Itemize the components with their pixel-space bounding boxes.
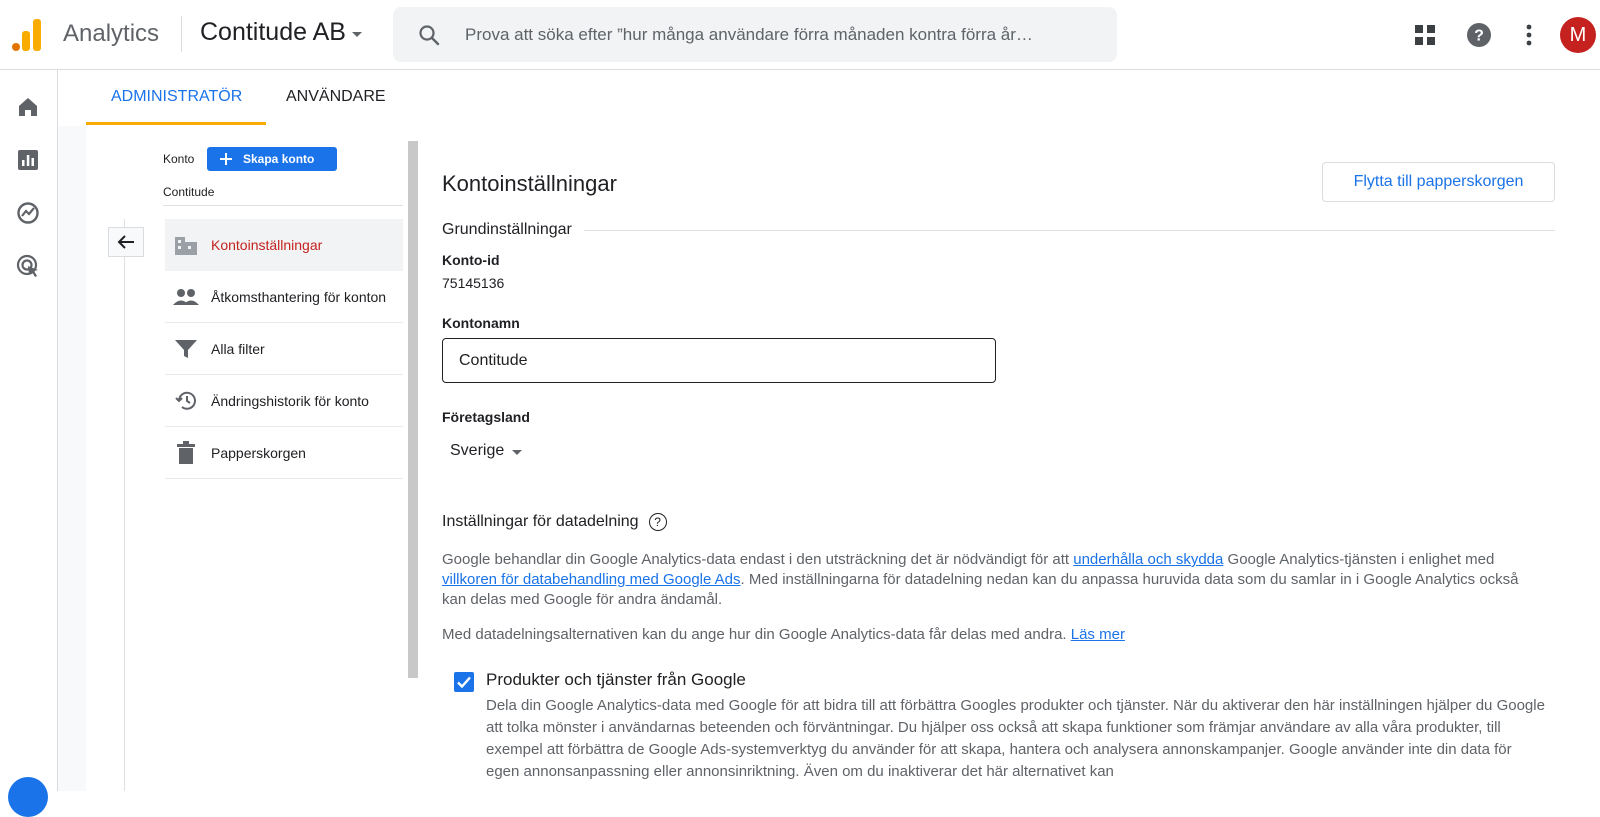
account-name-label: Contitude [163,185,215,199]
sidebar-item-all-filters[interactable]: Alla filter [165,323,403,375]
sidebar-item-trash[interactable]: Papperskorgen [165,427,403,479]
nav-scrollbar[interactable] [408,141,418,678]
move-to-trash-button[interactable]: Flytta till papperskorgen [1322,162,1555,202]
sidebar-item-label: Alla filter [211,340,265,357]
page-title: Kontoinställningar [442,171,617,196]
create-account-label: Skapa konto [243,152,315,166]
reports-icon[interactable] [15,147,41,173]
para-text: Med datadelningsalternativen kan du ange… [442,626,1071,643]
help-outline-icon[interactable]: ? [648,513,667,531]
country-select[interactable]: Sverige [450,442,523,460]
header-divider [181,16,182,52]
checkmark-icon [457,676,471,689]
top-bar: Analytics Contitude AB Prova att söka ef… [0,0,1600,70]
help-icon[interactable]: ? [1465,21,1493,49]
account-name: Contitude AB [200,18,346,46]
search-bar[interactable]: Prova att söka efter ”hur många användar… [393,7,1117,62]
country-value: Sverige [450,442,505,459]
nav-tree-line [124,219,125,791]
ads-data-processing-terms-link[interactable]: villkoren för databehandling med Google … [442,571,741,588]
content-area: ADMINISTRATÖR ANVÄNDARE Konto Skapa kont… [58,70,1600,791]
explore-icon[interactable] [15,200,41,226]
avatar[interactable]: M [1560,17,1596,53]
history-icon [173,388,199,414]
account-name-field-label: Kontonamn [442,315,520,331]
maintain-protect-link[interactable]: underhålla och skydda [1073,551,1223,568]
svg-text:?: ? [1474,28,1484,45]
sidebar-item-label: Kontoinställningar [211,237,323,253]
search-placeholder[interactable]: Prova att söka efter ”hur många användar… [465,25,1101,45]
section-title-basic: Grundinställningar [442,221,584,239]
filter-icon [173,336,199,362]
sidebar-item-change-history[interactable]: Ändringshistorik för konto [165,375,403,427]
account-switcher[interactable]: Contitude AB [200,18,362,47]
settings-panel: Konto Skapa konto Contitude Kontoinställ… [86,126,1600,791]
google-products-title: Produkter och tjänster från Google [486,670,746,689]
sidebar-item-label: Papperskorgen [211,444,306,461]
para-text: Google Analytics-tjänsten i enlighet med [1223,551,1495,568]
chevron-down-icon [351,31,362,37]
plus-icon [220,153,232,165]
google-products-checkbox[interactable] [454,672,474,692]
admin-tabs: ADMINISTRATÖR ANVÄNDARE [58,70,1600,126]
more-vert-icon[interactable] [1515,21,1543,49]
app-name: Analytics [63,20,160,47]
country-label: Företagsland [442,409,530,425]
back-button[interactable] [108,227,144,257]
para-text: Google behandlar din Google Analytics-da… [442,551,1074,568]
account-name-input[interactable] [442,338,996,383]
account-divider [163,205,403,206]
data-sharing-title: Inställningar för datadelning ? [442,513,667,531]
arrow-back-icon [117,235,134,249]
learn-more-link[interactable]: Läs mer [1071,626,1125,643]
data-sharing-title-text: Inställningar för datadelning [442,513,639,530]
tab-administrator[interactable]: ADMINISTRATÖR [111,88,242,106]
data-sharing-options-text: Med datadelningsalternativen kan du ange… [442,625,1542,645]
section-divider [442,230,1555,231]
sidebar-item-label: Ändringshistorik för konto [211,392,369,409]
konto-label: Konto [163,152,195,166]
sidebar-item-label: Åtkomsthantering för konton [211,288,387,305]
building-icon [173,232,199,258]
people-icon [173,284,199,310]
google-products-description: Dela din Google Analytics-data med Googl… [486,697,1545,780]
analytics-logo-icon[interactable] [12,17,42,51]
trash-icon [173,440,199,466]
sidebar-item-access-management[interactable]: Åtkomsthantering för konton [165,271,403,323]
sidebar-item-account-settings[interactable]: Kontoinställningar [165,219,403,271]
left-rail [0,70,58,817]
chevron-down-icon [512,450,523,455]
search-icon [419,25,440,46]
account-id-label: Konto-id [442,252,500,268]
account-id-value: 75145136 [442,275,505,291]
data-sharing-description: Google behandlar din Google Analytics-da… [442,550,1542,610]
admin-icon[interactable] [8,777,48,817]
create-account-button[interactable]: Skapa konto [207,147,337,171]
tab-indicator [86,122,266,125]
apps-grid-icon[interactable] [1411,21,1439,49]
advertising-icon[interactable] [15,253,41,279]
home-icon[interactable] [15,94,41,120]
tab-users[interactable]: ANVÄNDARE [286,88,386,106]
